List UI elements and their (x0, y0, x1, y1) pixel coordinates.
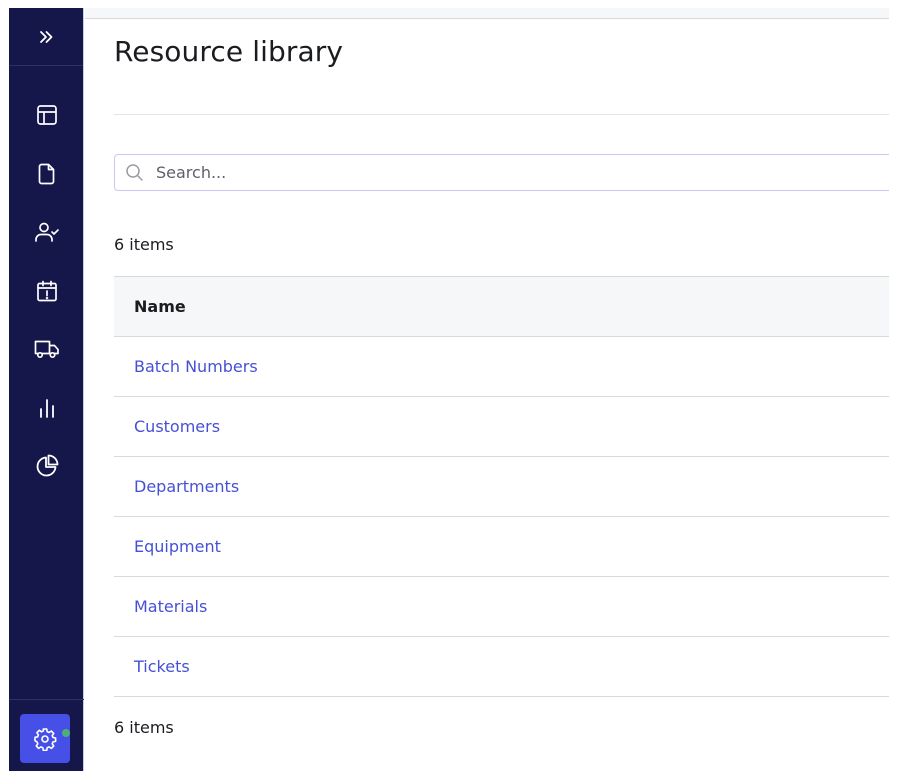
top-bar (85, 8, 889, 19)
resource-link-customers[interactable]: Customers (134, 417, 220, 436)
calendar-alert-icon (36, 280, 58, 302)
truck-icon (34, 338, 60, 360)
table-row: Batch Numbers (114, 337, 889, 397)
search-box[interactable] (114, 154, 889, 191)
item-count-bottom: 6 items (114, 718, 174, 737)
user-check-icon (34, 221, 60, 243)
file-icon (36, 163, 58, 185)
main-content: Resource library 6 items Name Batch Numb… (85, 8, 889, 782)
sidebar-item-calendar-alerts[interactable] (9, 262, 84, 321)
resource-table: Name Batch Numbers Customers Departments… (114, 276, 889, 697)
settings-button[interactable] (20, 714, 70, 763)
resource-link-tickets[interactable]: Tickets (134, 657, 190, 676)
resource-link-materials[interactable]: Materials (134, 597, 207, 616)
gear-icon (33, 727, 57, 751)
table-row: Materials (114, 577, 889, 637)
expand-sidebar-button[interactable] (9, 8, 83, 66)
sidebar-item-shipping[interactable] (9, 320, 84, 379)
table-row: Equipment (114, 517, 889, 577)
sidebar-item-reports[interactable] (9, 379, 84, 438)
table-row: Customers (114, 397, 889, 457)
sidebar-footer (9, 699, 84, 771)
sidebar (9, 8, 84, 771)
search-icon (125, 163, 144, 182)
sidebar-item-dashboard[interactable] (9, 86, 84, 145)
item-count-top: 6 items (114, 235, 174, 254)
table-row: Departments (114, 457, 889, 517)
page-title: Resource library (114, 35, 343, 68)
layout-icon (36, 104, 58, 126)
status-indicator (62, 729, 70, 737)
resource-link-equipment[interactable]: Equipment (134, 537, 221, 556)
sidebar-nav (9, 66, 83, 496)
sidebar-item-documents[interactable] (9, 145, 84, 204)
chevrons-right-icon (38, 29, 54, 45)
resource-link-batch-numbers[interactable]: Batch Numbers (134, 357, 258, 376)
resource-link-departments[interactable]: Departments (134, 477, 239, 496)
divider (114, 114, 889, 115)
pie-chart-icon (35, 454, 59, 478)
sidebar-item-approvals[interactable] (9, 203, 84, 262)
sidebar-item-analytics[interactable] (9, 437, 84, 496)
column-header-name[interactable]: Name (114, 276, 889, 337)
sidebar-header (9, 8, 83, 66)
bar-chart-icon (36, 397, 58, 419)
search-input[interactable] (154, 162, 889, 183)
table-row: Tickets (114, 637, 889, 697)
